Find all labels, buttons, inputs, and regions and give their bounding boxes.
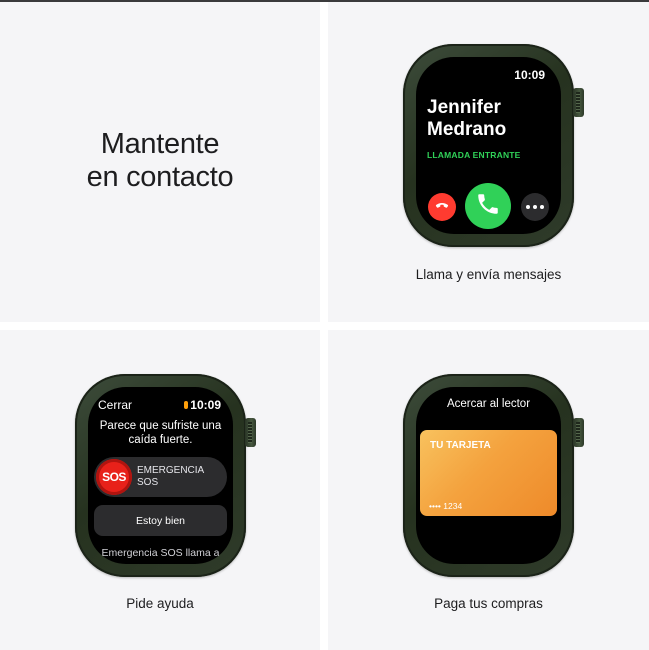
sos-label-line-1: EMERGENCIA <box>137 465 205 476</box>
watch-screen-sos: Cerrar 10:09 Parece que sufriste una caí… <box>88 387 233 564</box>
accept-call-button[interactable] <box>465 183 511 229</box>
fall-message-line-2: caída fuerte. <box>128 434 193 446</box>
watch-pay: Acercar al lector TU TARJETA •••• 1234 <box>403 374 584 577</box>
microphone-icon <box>184 401 189 409</box>
decline-call-button[interactable] <box>428 193 456 221</box>
fall-message: Parece que sufriste una caída fuerte. <box>88 419 233 447</box>
card-name: TU TARJETA <box>430 440 491 451</box>
clock-time-with-mic: 10:09 <box>184 398 221 412</box>
decline-phone-icon <box>434 197 450 218</box>
sos-slider-label: EMERGENCIA SOS <box>137 465 204 489</box>
clock-time: 10:09 <box>190 398 221 412</box>
sos-footer-text: Emergencia SOS llama a <box>101 547 220 559</box>
more-options-button[interactable] <box>521 193 549 221</box>
headline: Mantente en contacto <box>0 128 320 194</box>
call-status: LLAMADA ENTRANTE <box>427 150 521 160</box>
watch-screen-call: 10:09 Jennifer Medrano LLAMADA ENTRANTE <box>416 57 561 234</box>
im-ok-button[interactable]: Estoy bien <box>94 505 227 536</box>
wallet-instruction: Acercar al lector <box>446 398 531 410</box>
caller-last-name: Medrano <box>427 119 507 140</box>
tile-sos: Cerrar 10:09 Parece que sufriste una caí… <box>0 330 320 650</box>
watch-calls: 10:09 Jennifer Medrano LLAMADA ENTRANTE <box>403 44 584 247</box>
payment-card[interactable]: TU TARJETA •••• 1234 <box>420 430 557 516</box>
digital-crown <box>573 418 584 447</box>
caption-sos: Pide ayuda <box>126 596 194 611</box>
more-icon <box>526 205 544 209</box>
watch-screen-wallet: Acercar al lector TU TARJETA •••• 1234 <box>416 387 561 564</box>
digital-crown <box>245 418 256 447</box>
caption-calls: Llama y envía mensajes <box>415 267 562 282</box>
tile-contact: Mantente en contacto <box>0 2 320 322</box>
tile-calls: 10:09 Jennifer Medrano LLAMADA ENTRANTE … <box>328 2 649 322</box>
digital-crown <box>573 88 584 117</box>
caption-pay: Paga tus compras <box>434 596 543 611</box>
caller-first-name: Jennifer <box>427 97 501 118</box>
tile-pay: Acercar al lector TU TARJETA •••• 1234 P… <box>328 330 649 650</box>
watch-sos: Cerrar 10:09 Parece que sufriste una caí… <box>75 374 256 577</box>
caller-name: Jennifer Medrano <box>427 97 506 141</box>
clock-time: 10:09 <box>514 68 545 82</box>
close-button[interactable]: Cerrar <box>98 398 132 412</box>
card-number: •••• 1234 <box>429 501 463 511</box>
fall-message-line-1: Parece que sufriste una <box>99 420 222 432</box>
accept-phone-icon <box>475 191 501 222</box>
headline-line-1: Mantente <box>100 128 220 160</box>
sos-label-line-2: SOS <box>137 477 159 488</box>
emergency-sos-slider[interactable]: SOS EMERGENCIA SOS <box>94 457 227 497</box>
headline-line-2: en contacto <box>86 161 234 193</box>
sos-slider-knob[interactable]: SOS <box>96 459 132 495</box>
